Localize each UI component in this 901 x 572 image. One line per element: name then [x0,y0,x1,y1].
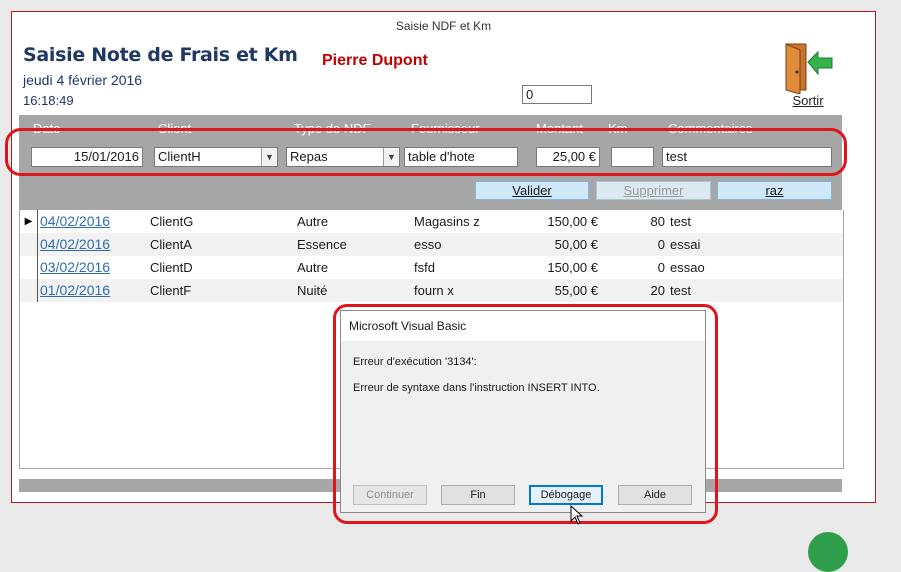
table-row[interactable]: ▶ 04/02/2016 ClientG Autre Magasins z 15… [20,210,843,233]
row-selector[interactable] [20,233,38,256]
reset-label: raz [765,183,784,198]
dialog-title-bar[interactable]: Microsoft Visual Basic [341,311,705,341]
validate-label: Valider [512,183,552,198]
row-selector-icon[interactable]: ▶ [20,210,38,233]
current-date: jeudi 4 février 2016 [23,72,143,88]
taskbar-app-icon[interactable] [808,532,848,572]
row-supplier: fourn x [414,283,454,298]
row-client: ClientD [150,260,193,275]
table-row[interactable]: 04/02/2016 ClientA Essence esso 50,00 € … [20,233,843,256]
exit-button[interactable]: Sortir [780,42,836,108]
delete-label: Supprimer [623,183,684,198]
row-km: 20 [650,283,665,298]
row-type: Essence [297,237,347,252]
row-km: 0 [657,260,665,275]
current-time: 16:18:49 [23,93,74,108]
error-dialog: Microsoft Visual Basic Erreur d'exécutio… [340,310,706,513]
row-km: 80 [650,214,665,229]
validate-button[interactable]: Valider [475,181,589,200]
table-row[interactable]: 03/02/2016 ClientD Autre fsfd 150,00 € 0… [20,256,843,279]
table-row[interactable]: 01/02/2016 ClientF Nuité fourn x 55,00 €… [20,279,843,302]
delete-button[interactable]: Supprimer [596,181,711,200]
row-km: 0 [657,237,665,252]
row-comment: test [670,283,691,298]
error-code-message: Erreur d'exécution '3134': [353,356,477,368]
row-date-link[interactable]: 03/02/2016 [40,256,110,279]
dialog-title: Microsoft Visual Basic [349,319,467,333]
end-button[interactable]: Fin [441,485,515,505]
form-title: Saisie Note de Frais et Km [23,44,298,66]
reset-button[interactable]: raz [717,181,832,200]
row-amount: 55,00 € [554,283,598,298]
row-client: ClientG [150,214,194,229]
exit-door-icon [785,43,833,94]
row-client: ClientF [150,283,192,298]
row-type: Autre [297,260,329,275]
row-client: ClientA [150,237,192,252]
row-date-link[interactable]: 01/02/2016 [40,279,110,302]
debug-button[interactable]: Débogage [529,485,603,505]
counter-field[interactable]: 0 [522,85,592,104]
row-comment: essao [670,260,705,275]
continue-button[interactable]: Continuer [353,485,427,505]
row-amount: 150,00 € [547,214,598,229]
row-amount: 50,00 € [554,237,598,252]
exit-label: Sortir [792,93,824,108]
row-supplier: Magasins z [414,214,480,229]
row-date-link[interactable]: 04/02/2016 [40,233,110,256]
row-date-link[interactable]: 04/02/2016 [40,210,110,233]
error-detail-message: Erreur de syntaxe dans l'instruction INS… [353,382,600,394]
row-supplier: esso [414,237,442,252]
row-selector[interactable] [20,256,38,279]
row-amount: 150,00 € [547,260,598,275]
window-title: Saisie NDF et Km [395,19,492,33]
highlight-annotation [5,128,847,176]
row-supplier: fsfd [414,260,435,275]
row-type: Autre [297,214,329,229]
mouse-cursor-icon [570,505,584,525]
help-button[interactable]: Aide [618,485,692,505]
row-type: Nuité [297,283,328,298]
row-selector[interactable] [20,279,38,302]
row-comment: test [670,214,691,229]
user-name: Pierre Dupont [322,52,428,69]
row-comment: essai [670,237,701,252]
